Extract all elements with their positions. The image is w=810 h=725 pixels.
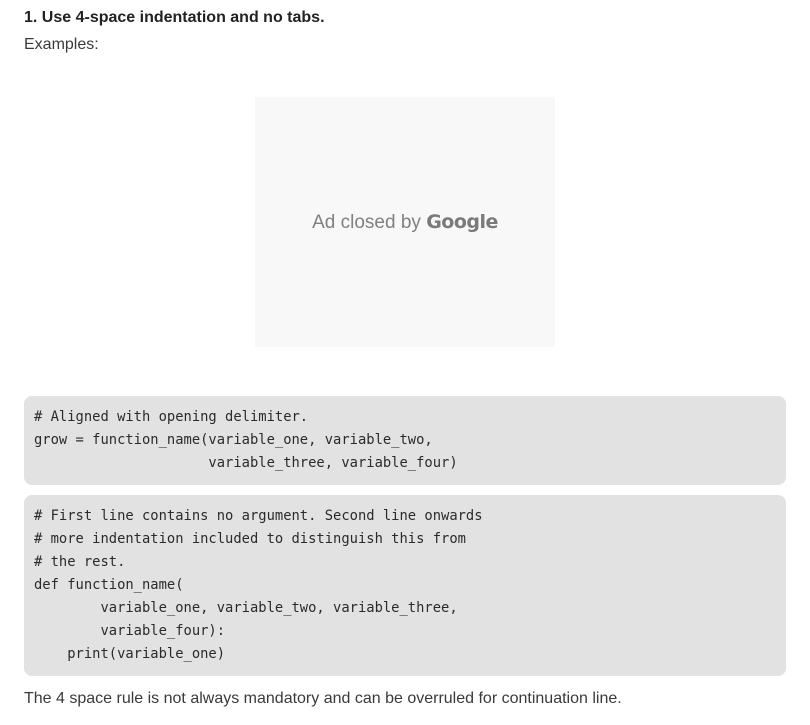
google-logo-text: Google xyxy=(426,210,498,233)
examples-label: Examples: xyxy=(24,36,99,53)
ad-closed-label: Ad closed by Google xyxy=(312,211,498,234)
code-line: # more indentation included to distingui… xyxy=(34,531,466,547)
footer-paragraph: The 4 space rule is not always mandatory… xyxy=(24,690,622,707)
ad-placeholder: Ad closed by Google xyxy=(255,97,555,347)
code-line: grow = function_name(variable_one, varia… xyxy=(34,432,433,448)
code-line: # Aligned with opening delimiter. xyxy=(34,409,309,425)
ad-closed-prefix: Ad closed by xyxy=(312,211,427,233)
section-heading: 1. Use 4-space indentation and no tabs. xyxy=(24,9,325,26)
code-line: # First line contains no argument. Secon… xyxy=(34,508,483,524)
code-line: print(variable_one) xyxy=(34,646,226,662)
code-line: def function_name( xyxy=(34,577,184,593)
code-line: # the rest. xyxy=(34,554,126,570)
code-line: variable_one, variable_two, variable_thr… xyxy=(34,600,458,616)
code-block-hanging-indent: # First line contains no argument. Secon… xyxy=(24,495,786,676)
code-block-aligned: # Aligned with opening delimiter. grow =… xyxy=(24,396,786,485)
code-line: variable_three, variable_four) xyxy=(34,455,458,471)
code-line: variable_four): xyxy=(34,623,226,639)
